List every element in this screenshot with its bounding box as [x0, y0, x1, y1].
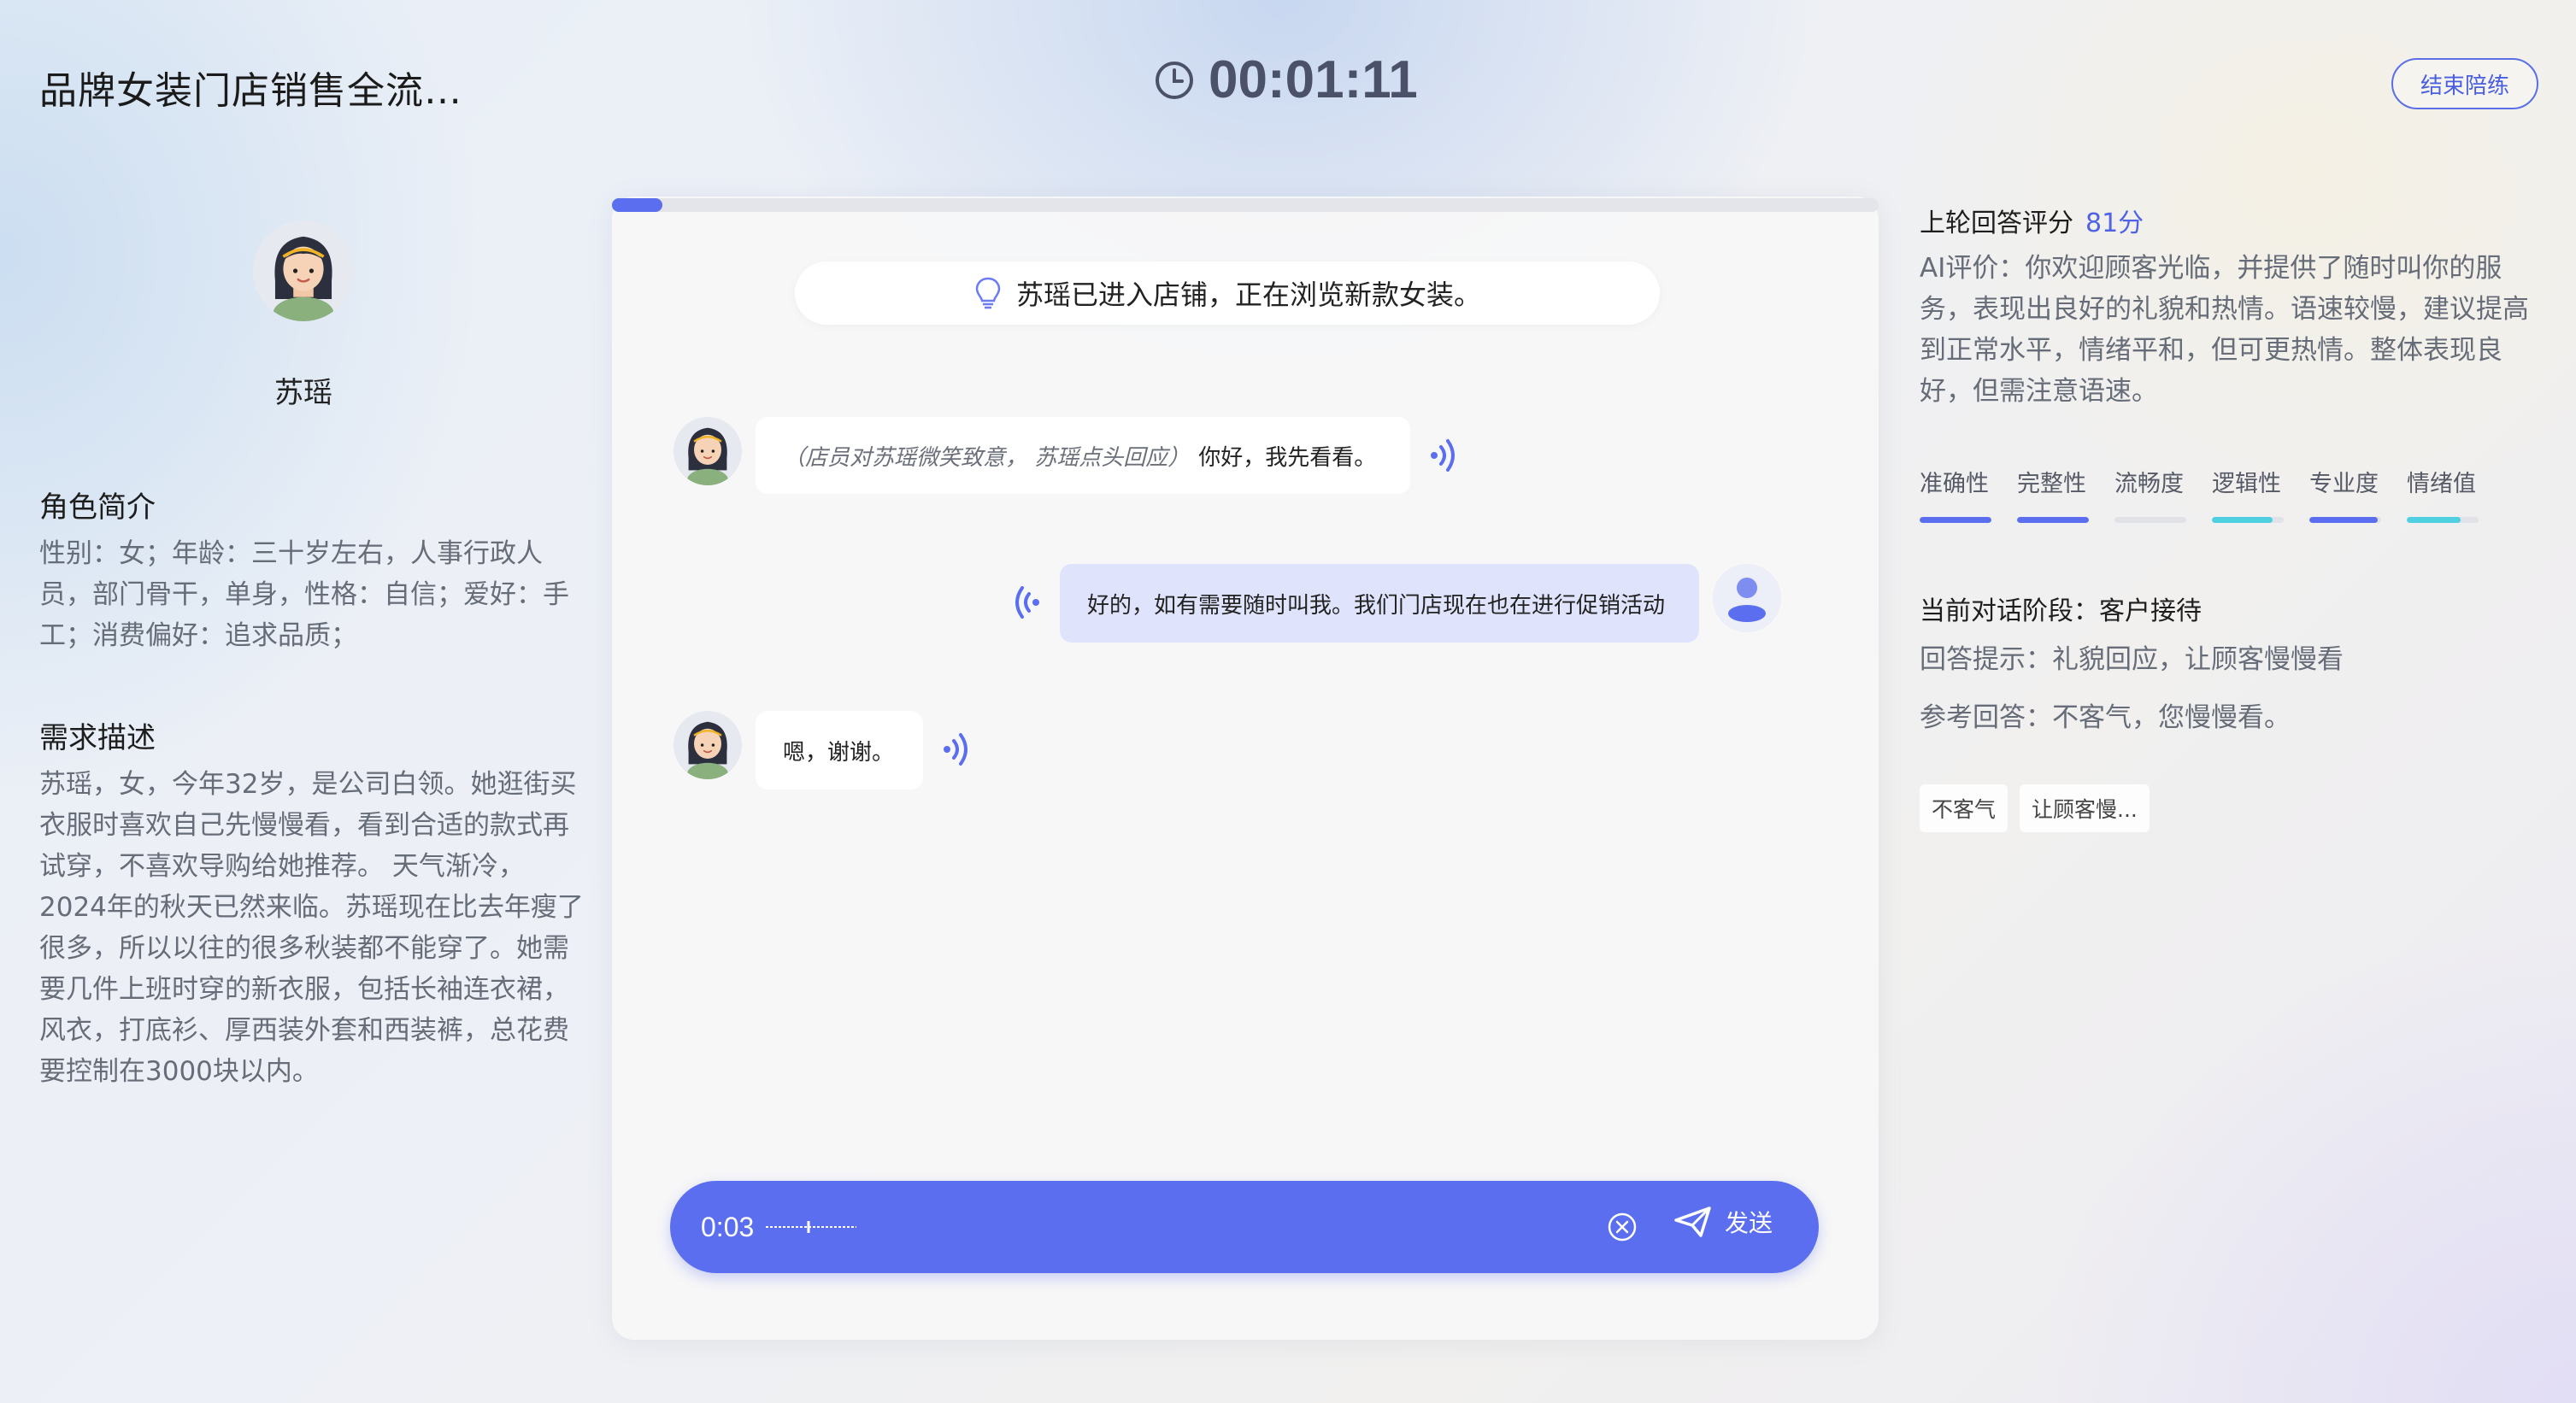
- page-title: 品牌女装门店销售全流…: [39, 69, 462, 113]
- metric-item: 专业度: [2309, 465, 2381, 523]
- metric-label: 专业度: [2309, 471, 2379, 497]
- metric-bar: [2407, 517, 2479, 523]
- voice-input-bar[interactable]: 0:03 发送: [670, 1181, 1819, 1273]
- metric-item: 完整性: [2017, 465, 2089, 523]
- scene-text: 苏瑶已进入店铺，正在浏览新款女装。: [1015, 279, 1481, 311]
- send-icon: [1674, 1206, 1711, 1237]
- session-timer: 00:01:11: [1154, 50, 1418, 110]
- need-heading: 需求描述: [39, 721, 156, 755]
- recording-duration: 0:03: [701, 1211, 755, 1242]
- ai-evaluation: AI评价：你欢迎顾客光临，并提供了随时叫你的服务，表现出良好的礼貌和热情。语速较…: [1920, 253, 2529, 407]
- metric-label: 逻辑性: [2212, 471, 2281, 497]
- metric-bar-fill: [2309, 517, 2378, 523]
- clock-icon: [1156, 61, 1193, 99]
- metric-bar: [2114, 517, 2186, 523]
- progress-fill: [612, 198, 663, 212]
- metric-label: 情绪值: [2407, 471, 2476, 497]
- dialogue-stage: 当前对话阶段：客户接待: [1920, 596, 2202, 626]
- score-heading: 上轮回答评分 81分: [1920, 202, 2144, 239]
- character-name: 苏瑶: [274, 376, 332, 410]
- keyword-chip[interactable]: 不客气: [1920, 784, 2008, 832]
- waveform-icon: [766, 1221, 857, 1233]
- scene-banner: 苏瑶已进入店铺，正在浏览新款女装。: [795, 261, 1660, 325]
- metric-label: 完整性: [2017, 471, 2086, 497]
- character-avatar: [253, 220, 354, 321]
- intro-heading: 角色简介: [39, 490, 156, 525]
- metrics-row: 准确性 完整性 流畅度 逻辑性 专业度 情绪值: [1920, 465, 2479, 523]
- cancel-icon[interactable]: [1605, 1210, 1639, 1244]
- need-text: 苏瑶，女，今年32岁，是公司白领。她逛街买衣服时喜欢自己先慢慢看，看到合适的款式…: [39, 769, 584, 1087]
- lightbulb-icon: [975, 277, 1001, 309]
- metric-bar-fill: [2407, 517, 2461, 523]
- answer-hint: 回答提示：礼貌回应，让顾客慢慢看: [1920, 644, 2344, 675]
- customer-message: 嗯，谢谢。: [756, 711, 923, 790]
- message-action: （店员对苏瑶微笑致意， 苏瑶点头回应）: [783, 444, 1191, 471]
- metric-bar: [2309, 517, 2381, 523]
- score-value: 81分: [2085, 208, 2144, 238]
- score-title: 上轮回答评分: [1920, 208, 2073, 238]
- customer-avatar: [673, 711, 742, 779]
- metric-item: 情绪值: [2407, 465, 2479, 523]
- user-avatar: [1713, 564, 1781, 632]
- voice-play-icon[interactable]: [1009, 583, 1043, 622]
- voice-play-icon[interactable]: [940, 730, 974, 769]
- end-practice-button[interactable]: 结束陪练: [2391, 58, 2538, 109]
- timer-text: 00:01:11: [1209, 50, 1418, 109]
- intro-text: 性别：女；年龄：三十岁左右，人事行政人员，部门骨干，单身，性格：自信；爱好：手工…: [39, 538, 569, 651]
- keyword-chip[interactable]: 让顾客慢...: [2020, 784, 2150, 832]
- metric-bar: [2212, 517, 2284, 523]
- reference-answer: 参考回答：不客气，您慢慢看。: [1920, 702, 2291, 733]
- user-message: 好的，如有需要随时叫我。我们门店现在也在进行促销活动: [1060, 564, 1699, 643]
- metric-item: 准确性: [1920, 465, 1991, 523]
- send-label: 发送: [1725, 1209, 1773, 1237]
- metric-bar-fill: [2017, 517, 2089, 523]
- voice-play-icon[interactable]: [1427, 436, 1461, 475]
- progress-track: [612, 198, 1879, 212]
- message-text: 你好，我先看看。: [1198, 444, 1377, 471]
- metric-bar: [2017, 517, 2089, 523]
- metric-label: 流畅度: [2114, 471, 2184, 497]
- keyword-chips: 不客气 让顾客慢...: [1920, 784, 2150, 832]
- metric-bar: [1920, 517, 1991, 523]
- customer-message: （店员对苏瑶微笑致意， 苏瑶点头回应） 你好，我先看看。: [756, 417, 1410, 494]
- send-button[interactable]: 发送: [1673, 1205, 1773, 1239]
- metric-item: 逻辑性: [2212, 465, 2284, 523]
- metric-item: 流畅度: [2114, 465, 2186, 523]
- customer-avatar: [673, 417, 742, 485]
- metric-bar-fill: [2212, 517, 2273, 523]
- metric-bar-fill: [1920, 517, 1991, 523]
- metric-label: 准确性: [1920, 471, 1989, 497]
